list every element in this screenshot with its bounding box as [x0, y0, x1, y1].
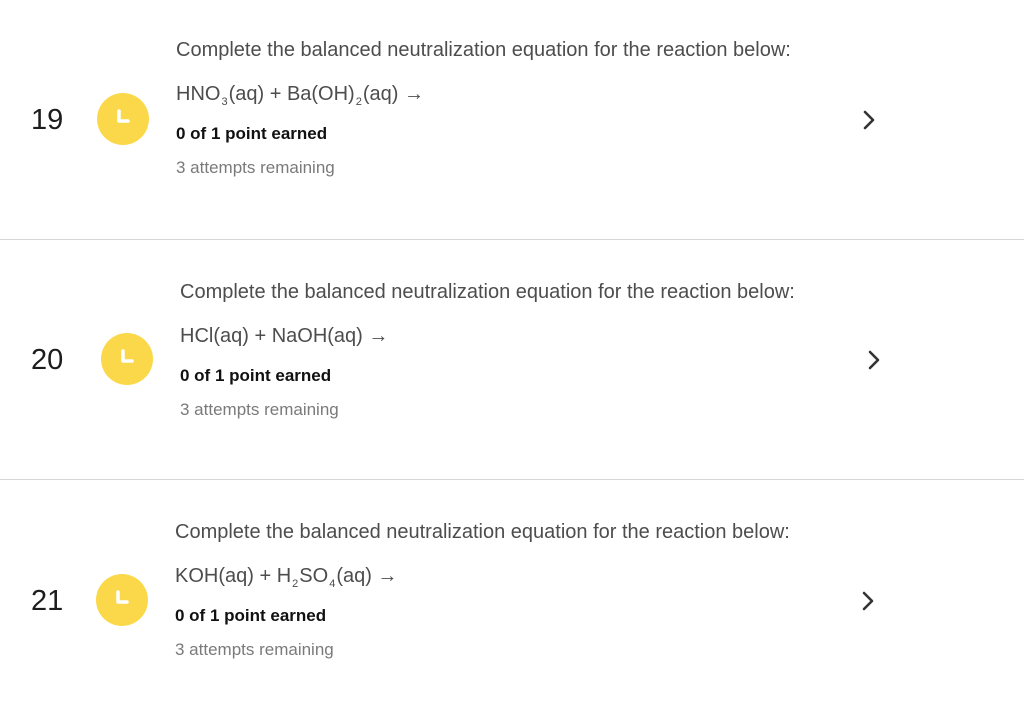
- question-body: Complete the balanced neutralization equ…: [176, 40, 876, 176]
- question-number: 19: [31, 104, 64, 136]
- status-badge: [101, 333, 153, 385]
- attempts-remaining: 3 attempts remaining: [180, 400, 339, 419]
- clock-icon: [116, 590, 129, 604]
- question-body: Complete the balanced neutralization equ…: [175, 522, 875, 658]
- question-number: 20: [31, 344, 64, 376]
- question-equation: HNO3(aq) + Ba(OH)2(aq) →: [176, 83, 424, 108]
- clock-icon: [117, 109, 130, 123]
- attempts-remaining: 3 attempts remaining: [175, 640, 334, 659]
- question-prompt: Complete the balanced neutralization equ…: [180, 281, 795, 303]
- question-prompt: Complete the balanced neutralization equ…: [175, 521, 790, 543]
- points-earned: 0 of 1 point earned: [180, 366, 332, 385]
- chevron-right-icon[interactable]: [864, 349, 884, 371]
- question-body: Complete the balanced neutralization equ…: [180, 282, 880, 418]
- status-badge: [96, 574, 148, 626]
- question-row-21[interactable]: 21 Complete the balanced neutralization …: [0, 480, 1024, 707]
- chevron-right-icon[interactable]: [858, 590, 878, 612]
- points-earned: 0 of 1 point earned: [176, 124, 328, 143]
- question-row-20[interactable]: 20 Complete the balanced neutralization …: [0, 240, 1024, 480]
- question-equation: HCl(aq) + NaOH(aq) →: [180, 325, 389, 347]
- points-earned: 0 of 1 point earned: [175, 606, 327, 625]
- question-row-19[interactable]: 19 Complete the balanced neutralization …: [0, 0, 1024, 240]
- question-prompt: Complete the balanced neutralization equ…: [176, 39, 791, 61]
- question-number: 21: [31, 585, 64, 617]
- status-badge: [97, 93, 149, 145]
- attempts-remaining: 3 attempts remaining: [176, 158, 335, 177]
- question-equation: KOH(aq) + H2SO4(aq) →: [175, 565, 398, 590]
- clock-icon: [121, 349, 134, 363]
- chevron-right-icon[interactable]: [859, 109, 879, 131]
